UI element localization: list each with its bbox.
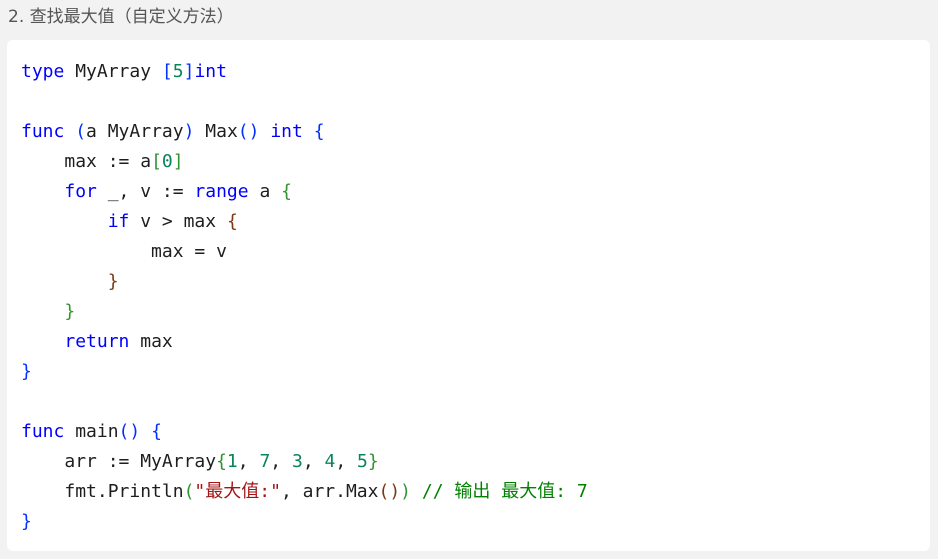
function-name: main bbox=[64, 421, 119, 442]
bracket: ( bbox=[118, 421, 130, 442]
number-literal: 4 bbox=[324, 451, 336, 472]
code-line-6: if v > max { bbox=[21, 207, 930, 237]
code-line-11: } bbox=[21, 357, 930, 387]
bracket: ( bbox=[75, 121, 87, 142]
bracket: } bbox=[21, 511, 32, 532]
bracket: ) bbox=[400, 481, 412, 502]
section-heading: 2. 查找最大值（自定义方法） bbox=[8, 7, 234, 27]
code-text: max := a bbox=[64, 151, 152, 172]
bracket: { bbox=[313, 121, 325, 142]
code-line-14: arr := MyArray{1, 7, 3, 4, 5} bbox=[21, 447, 930, 477]
comment: // 输出 最大值: 7 bbox=[421, 481, 588, 502]
bracket: { bbox=[226, 211, 238, 232]
code-text: , arr.Max bbox=[280, 481, 379, 502]
code-line-3: func (a MyArray) Max() int { bbox=[21, 117, 930, 147]
code-line-9: } bbox=[21, 297, 930, 327]
bracket: ] bbox=[183, 61, 195, 82]
keyword: range bbox=[194, 181, 249, 202]
code-line-8: } bbox=[21, 267, 930, 297]
number-literal: 5 bbox=[172, 61, 184, 82]
function-name: Max bbox=[194, 121, 238, 142]
bracket: { bbox=[281, 181, 292, 202]
bracket: { bbox=[151, 421, 162, 442]
string-literal: "最大值:" bbox=[194, 481, 281, 502]
identifier: MyArray bbox=[64, 61, 162, 82]
bracket: ) bbox=[183, 121, 195, 142]
code-line-4: max := a[0] bbox=[21, 147, 930, 177]
code-line-10: return max bbox=[21, 327, 930, 357]
number-literal: 1 bbox=[226, 451, 238, 472]
code-text: arr := MyArray bbox=[64, 451, 217, 472]
comma: , bbox=[302, 451, 325, 472]
bracket: ( bbox=[237, 121, 249, 142]
bracket: } bbox=[107, 271, 119, 292]
comma: , bbox=[270, 451, 292, 472]
keyword: if bbox=[107, 211, 130, 232]
code-line-5: for _, v := range a { bbox=[21, 177, 930, 207]
bracket: ( bbox=[378, 481, 390, 502]
bracket: ) bbox=[248, 121, 260, 142]
code-line-16: } bbox=[21, 507, 930, 537]
code-line-15: fmt.Println("最大值:", arr.Max()) // 输出 最大值… bbox=[21, 477, 930, 507]
code-text: v > max bbox=[129, 211, 227, 232]
code-text: max = v bbox=[151, 241, 227, 262]
code-text: max bbox=[129, 331, 173, 352]
number-literal: 5 bbox=[357, 451, 368, 472]
code-text: fmt.Println bbox=[64, 481, 184, 502]
keyword: type bbox=[21, 61, 65, 82]
keyword: return bbox=[64, 331, 130, 352]
keyword: for bbox=[64, 181, 97, 202]
code-text: _, v := bbox=[96, 181, 195, 202]
bracket: { bbox=[216, 451, 227, 472]
bracket: ) bbox=[389, 481, 401, 502]
receiver: a MyArray bbox=[86, 121, 184, 142]
bracket: ( bbox=[183, 481, 195, 502]
comma: , bbox=[237, 451, 260, 472]
keyword: func bbox=[21, 421, 65, 442]
bracket: } bbox=[64, 301, 76, 322]
number-literal: 0 bbox=[161, 151, 173, 172]
bracket: [ bbox=[161, 61, 173, 82]
code-text: a bbox=[248, 181, 282, 202]
number-literal: 3 bbox=[291, 451, 303, 472]
code-block: type MyArray [5]int func (a MyArray) Max… bbox=[7, 40, 930, 551]
type-keyword: int bbox=[270, 121, 303, 142]
code-line-13: func main() { bbox=[21, 417, 930, 447]
bracket: ] bbox=[172, 151, 184, 172]
code-line-7: max = v bbox=[21, 237, 930, 267]
comma: , bbox=[335, 451, 358, 472]
bracket: [ bbox=[151, 151, 162, 172]
bracket: ) bbox=[129, 421, 141, 442]
number-literal: 7 bbox=[259, 451, 271, 472]
keyword: func bbox=[21, 121, 65, 142]
bracket: } bbox=[367, 451, 379, 472]
type-keyword: int bbox=[194, 61, 227, 82]
bracket: } bbox=[21, 361, 32, 382]
code-line-1: type MyArray [5]int bbox=[21, 57, 930, 87]
